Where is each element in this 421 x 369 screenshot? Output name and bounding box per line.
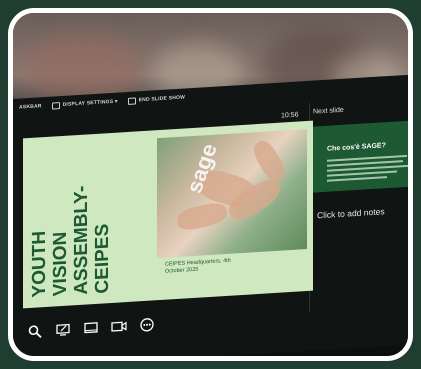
- next-slide-preview[interactable]: Che cos'è SAGE?: [313, 119, 408, 193]
- camera-icon[interactable]: [111, 318, 127, 335]
- display-icon: [51, 101, 60, 110]
- current-slide[interactable]: YOUTH VISION ASSEMBLY- CEIPES sage CEIPE…: [23, 120, 313, 309]
- slide-title-text: YOUTH VISION ASSEMBLY- CEIPES: [29, 153, 113, 298]
- title-line: ASSEMBLY-: [71, 185, 92, 296]
- slide-photo: sage: [157, 129, 307, 259]
- title-line: VISION: [50, 231, 71, 297]
- display-settings-button[interactable]: DISPLAY SETTINGS ▾: [51, 98, 118, 110]
- hand: [175, 199, 229, 234]
- timer: 10:56: [281, 111, 299, 120]
- end-show-label: END SLIDE SHOW: [138, 94, 186, 104]
- taskbar-button[interactable]: ASKBAR: [19, 103, 42, 110]
- end-show-button[interactable]: END SLIDE SHOW: [127, 94, 186, 105]
- search-icon[interactable]: [27, 323, 43, 340]
- next-slide-label: Next slide: [313, 106, 344, 116]
- display-settings-label: DISPLAY SETTINGS ▾: [62, 98, 118, 108]
- tablet-screen: ASKBAR DISPLAY SETTINGS ▾ END SLIDE SHOW…: [13, 73, 408, 356]
- end-show-icon: [127, 97, 136, 105]
- presenter-controls: [27, 316, 155, 340]
- photo-frame: ASKBAR DISPLAY SETTINGS ▾ END SLIDE SHOW…: [8, 8, 413, 361]
- taskbar-label: ASKBAR: [19, 103, 42, 111]
- hand: [249, 136, 290, 186]
- title-line: CEIPES: [92, 223, 113, 295]
- slide-caption: CEIPES Headquarters, 4th October 2025: [165, 254, 285, 275]
- slide-title: YOUTH VISION ASSEMBLY- CEIPES: [29, 151, 149, 298]
- pen-icon[interactable]: [55, 321, 71, 338]
- monitor-icon[interactable]: [83, 320, 99, 337]
- more-icon[interactable]: [139, 316, 155, 333]
- text-line: [327, 176, 387, 182]
- next-slide-title: Che cos'è SAGE?: [327, 142, 386, 153]
- notes-field[interactable]: Click to add notes: [317, 206, 385, 220]
- title-line: YOUTH: [29, 230, 50, 299]
